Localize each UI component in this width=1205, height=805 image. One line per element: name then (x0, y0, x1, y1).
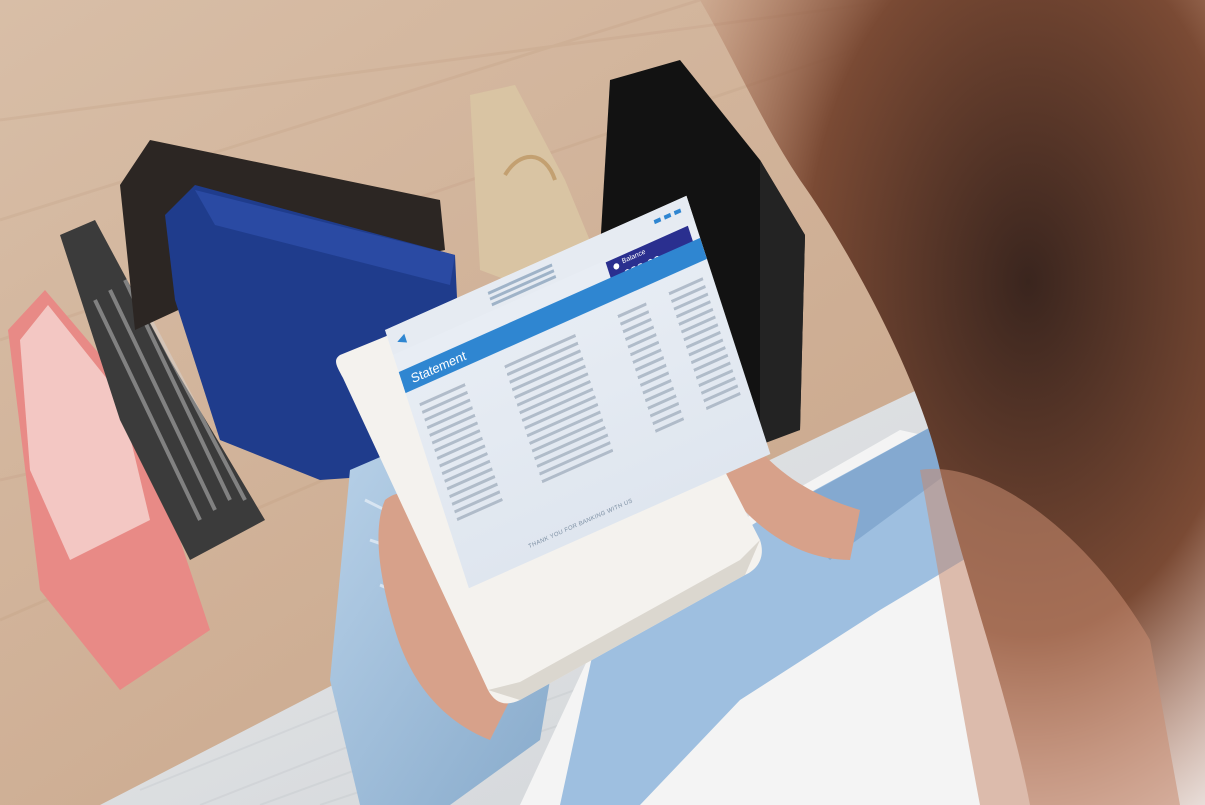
back-arrow-icon[interactable]: ◀ (395, 331, 408, 348)
balance-dot-icon (612, 262, 621, 271)
app-menu-icon[interactable] (653, 208, 682, 225)
